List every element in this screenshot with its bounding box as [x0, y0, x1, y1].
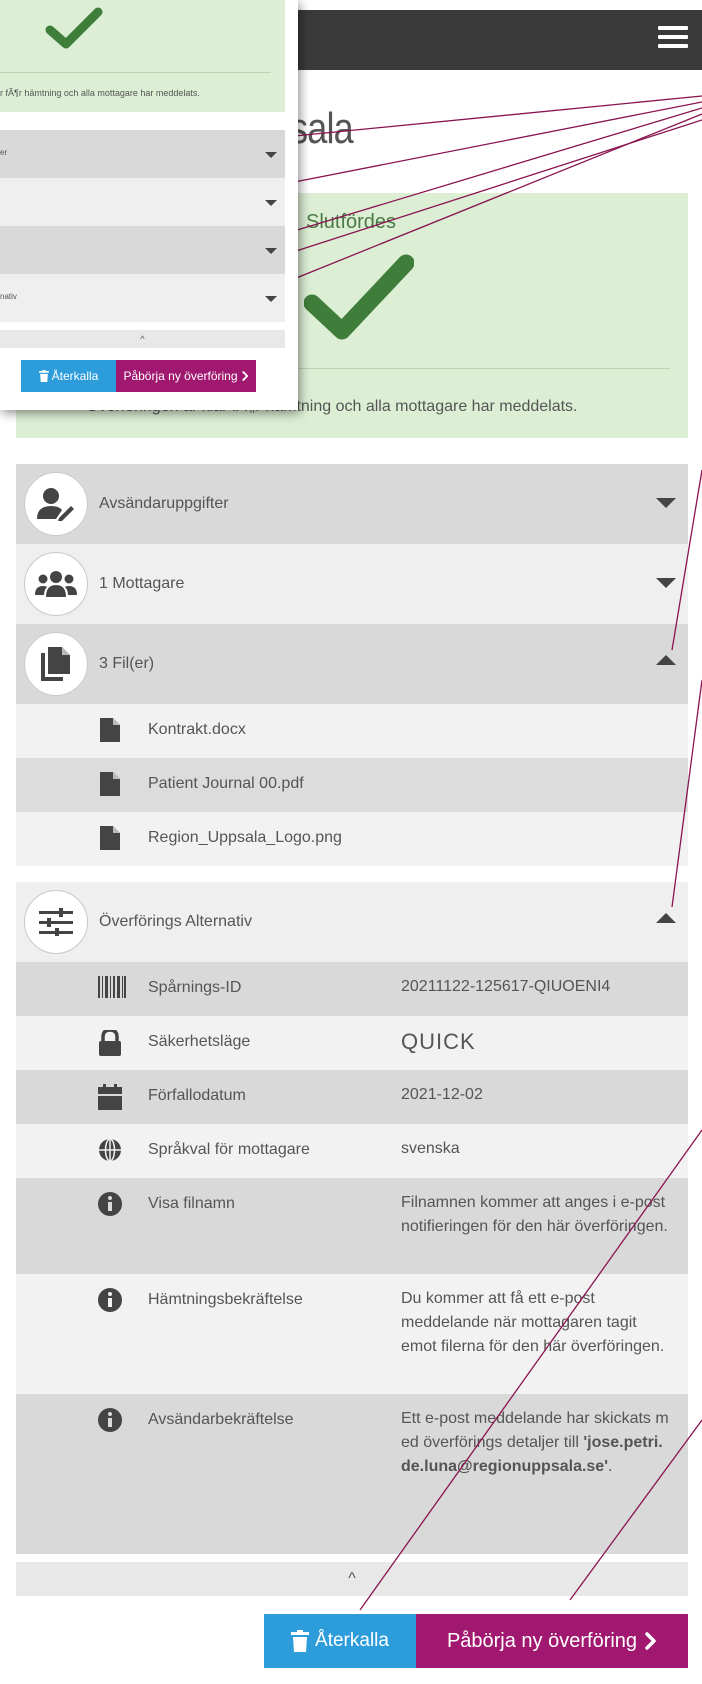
file-row: Region_Uppsala_Logo.png [16, 812, 688, 866]
chevron-right-icon [241, 371, 248, 381]
checkmark-icon [304, 254, 414, 340]
accordion-header-recipients[interactable]: 1 Mottagare [16, 544, 688, 624]
option-value: Ett e-post meddelande har skickats med ö… [401, 1407, 669, 1479]
option-key: Säkerhetsläge [148, 1033, 251, 1050]
sender-icon-circle [24, 472, 88, 536]
recall-button-label: Återkalla [315, 1630, 389, 1651]
page: sala Slutfördes Överföringen är klar fÃ¶… [0, 0, 702, 1684]
chevron-down-icon [265, 200, 277, 206]
info-icon [98, 1288, 122, 1312]
inset-new-transfer-label: Påbörja ny överföring [123, 369, 238, 383]
inset-recall-button: Återkalla [21, 360, 116, 392]
checkmark-icon [45, 7, 103, 49]
option-row-show-filenames: Visa filnamn Filnamnen kommer att anges … [16, 1178, 688, 1274]
option-value: 20211122-125617-QIUOENI4 [401, 978, 611, 995]
inset-row-label: er [0, 148, 8, 157]
accordion-label-recipients: 1 Mottagare [99, 575, 185, 592]
option-key: Hämtningsbekräftelse [148, 1291, 303, 1308]
globe-icon [99, 1138, 121, 1162]
option-value: QUICK [401, 1029, 476, 1054]
file-name: Region_Uppsala_Logo.png [148, 829, 342, 846]
option-row-download-confirmation: Hämtningsbekräftelse Du kommer att få et… [16, 1274, 688, 1394]
collapse-all-button[interactable]: ^ [16, 1562, 688, 1596]
inset-accordion-options: nativ [0, 274, 285, 322]
chevron-down-icon[interactable] [656, 498, 676, 508]
option-row-security-mode: Säkerhetsläge QUICK [16, 1016, 688, 1070]
accordion-recipients: 1 Mottagare [16, 544, 688, 624]
new-transfer-button-label: Påbörja ny överföring [446, 1629, 638, 1652]
inset-accordion-sender: er [0, 130, 285, 178]
info-icon [98, 1192, 122, 1216]
accordion-files: 3 Fil(er) Kontrakt.docx Patient Journal … [16, 624, 688, 866]
page-title: sala [290, 104, 354, 153]
option-key: Visa filnamn [148, 1195, 235, 1212]
accordion-options: Överförings Alternativ Spårnings-ID 2021… [16, 882, 688, 1554]
file-row: Patient Journal 00.pdf [16, 758, 688, 812]
accordion-header-options[interactable]: Överförings Alternativ [16, 882, 688, 962]
accordion-header-sender[interactable]: Avsändaruppgifter [16, 464, 688, 544]
chevron-down-icon [265, 248, 277, 254]
files-icon [41, 647, 70, 681]
accordion-label-files: 3 Fil(er) [99, 655, 155, 672]
accordion-label-options: Överförings Alternativ [99, 913, 252, 930]
trash-icon [38, 370, 49, 382]
chevron-down-icon [265, 152, 277, 158]
inset-collapse-bar: ^ [0, 330, 285, 348]
inset-success-divider [0, 72, 271, 73]
chevron-right-icon [645, 1632, 656, 1650]
option-row-tracking-id: Spårnings-ID 20211122-125617-QIUOENI4 [16, 962, 688, 1016]
file-name: Kontrakt.docx [148, 721, 246, 738]
inset-accordion-recipients [0, 178, 285, 226]
zoomed-preview-inset: r fÃ¶r hämtning och alla mottagare har m… [0, 0, 298, 410]
option-row-language: Språkval för mottagare svenska [16, 1124, 688, 1178]
option-value: Du kommer att få ett e-post meddelande n… [401, 1290, 665, 1355]
recipients-icon-circle [24, 552, 88, 616]
inset-row-label: nativ [0, 292, 17, 301]
inset-success-message: r fÃ¶r hämtning och alla mottagare har m… [0, 88, 200, 98]
option-value-suffix: . [608, 1458, 613, 1475]
hamburger-menu-icon[interactable] [658, 26, 688, 52]
option-key: Spårnings-ID [148, 979, 242, 996]
option-value: svenska [401, 1140, 460, 1157]
file-name: Patient Journal 00.pdf [148, 775, 304, 792]
barcode-icon [98, 976, 126, 998]
chevron-down-icon[interactable] [656, 578, 676, 588]
options-icon-circle [24, 890, 88, 954]
inset-accordion-files [0, 226, 285, 274]
inset-success-panel: r fÃ¶r hämtning och alla mottagare har m… [0, 0, 285, 112]
inset-recall-label: Återkalla [51, 369, 99, 383]
sliders-icon [39, 908, 73, 936]
trash-icon [291, 1630, 310, 1652]
file-icon [100, 826, 120, 850]
chevron-up-icon[interactable] [656, 655, 676, 665]
option-row-expiry-date: Förfallodatum 2021-12-02 [16, 1070, 688, 1124]
file-list: Kontrakt.docx Patient Journal 00.pdf Reg… [16, 704, 688, 866]
files-icon-circle [24, 632, 88, 696]
chevron-down-icon [265, 296, 277, 302]
user-edit-icon [37, 488, 74, 521]
chevron-up-icon: ^ [348, 1570, 356, 1587]
accordion-sender: Avsändaruppgifter [16, 464, 688, 544]
chevron-up-icon[interactable] [656, 913, 676, 923]
calendar-icon [98, 1084, 122, 1110]
file-icon [100, 718, 120, 742]
file-icon [100, 772, 120, 796]
accordion-header-files[interactable]: 3 Fil(er) [16, 624, 688, 704]
new-transfer-button[interactable]: Påbörja ny överföring [416, 1614, 688, 1668]
option-row-sender-confirmation: Avsändarbekräftelse Ett e-post meddeland… [16, 1394, 688, 1554]
recall-button[interactable]: Återkalla [264, 1614, 416, 1668]
option-key: Avsändarbekräftelse [148, 1411, 294, 1428]
option-key: Språkval för mottagare [148, 1141, 310, 1158]
file-row: Kontrakt.docx [16, 704, 688, 758]
lock-icon [99, 1030, 121, 1056]
success-title: Slutfördes [306, 211, 397, 233]
accordion-label-sender: Avsändaruppgifter [99, 495, 229, 512]
option-value: 2021-12-02 [401, 1086, 483, 1103]
option-value: Filnamnen kommer att anges i e-post noti… [401, 1194, 668, 1235]
users-icon [35, 571, 77, 597]
option-key: Förfallodatum [148, 1087, 246, 1104]
info-icon [98, 1408, 122, 1432]
inset-new-transfer-button: Påbörja ny överföring [116, 360, 256, 392]
